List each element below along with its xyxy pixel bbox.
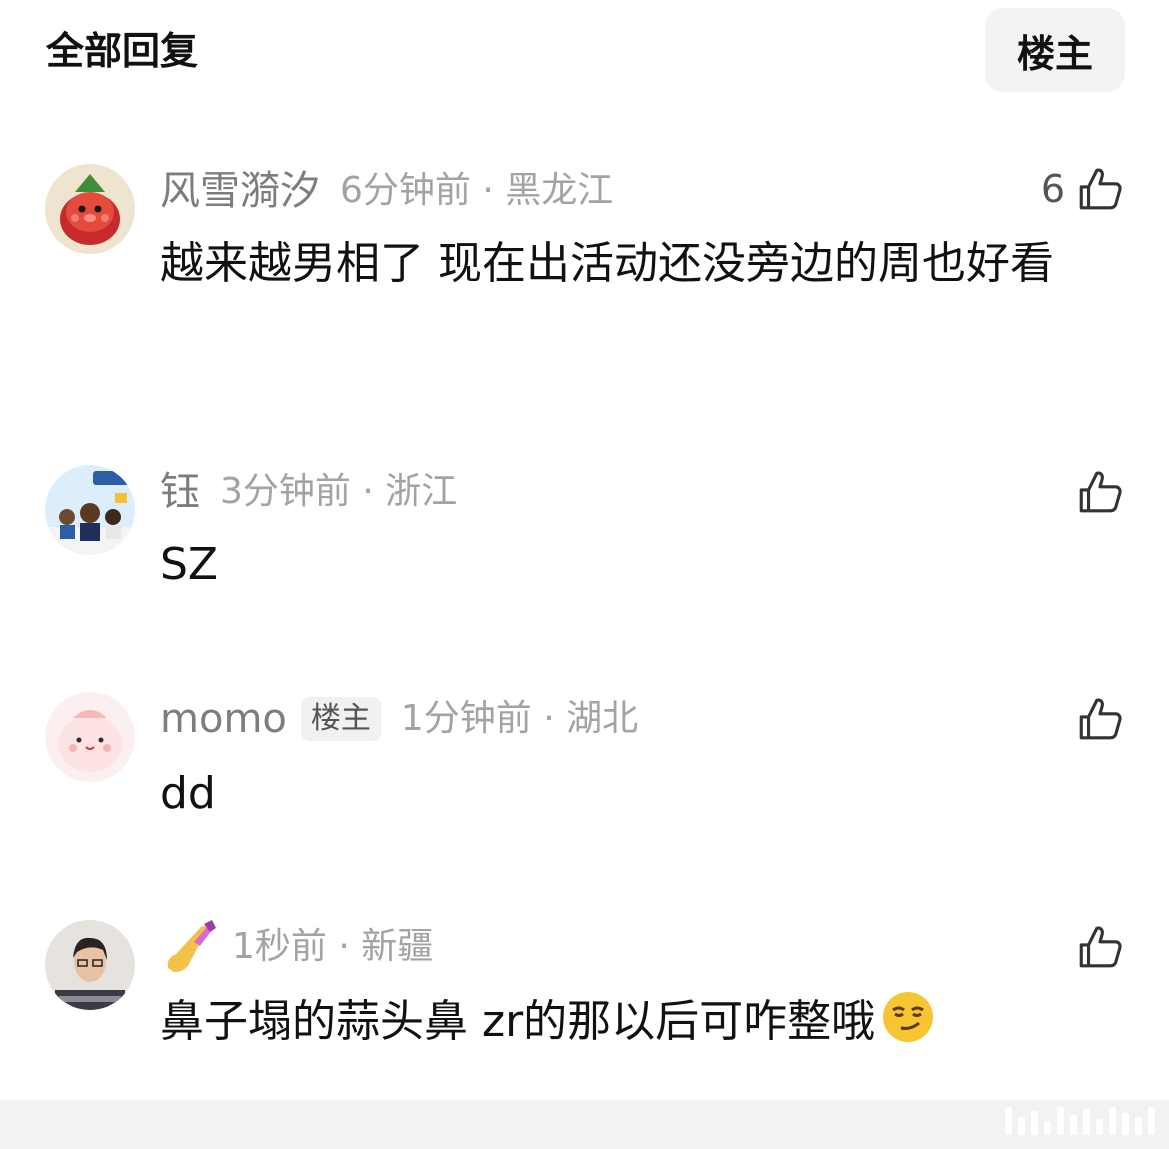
like-button[interactable]: 6 — [1041, 162, 1125, 216]
comment-text-body: 鼻子塌的蒜头鼻 zr的那以后可咋整哦 — [160, 996, 876, 1047]
username[interactable]: 风雪漪汐 — [160, 164, 320, 218]
thumbs-up-icon — [1079, 926, 1122, 968]
person-photo-avatar[interactable] — [45, 920, 135, 1010]
timestamp-location: 3分钟前 · 浙江 — [220, 471, 458, 512]
page-title: 全部回复 — [46, 29, 199, 73]
pink-blob-avatar[interactable] — [45, 692, 135, 782]
comment-meta: 1秒前 · 新疆 — [160, 920, 433, 974]
thumbs-up-icon — [1079, 471, 1122, 513]
smirking-face-emoji — [883, 992, 934, 1042]
op-badge: 楼主 — [300, 697, 381, 741]
comment-text: dd — [160, 768, 216, 819]
like-button[interactable] — [1075, 465, 1125, 519]
comment-meta: 钰 3分钟前 · 浙江 — [160, 465, 457, 519]
cartoon-people-avatar[interactable] — [45, 465, 135, 555]
nail-polish-emoji[interactable] — [160, 918, 218, 976]
timestamp-location: 1分钟前 · 湖北 — [400, 698, 639, 739]
username[interactable]: 钰 — [160, 465, 200, 519]
thumbs-up-icon — [1079, 698, 1122, 740]
strawberry-character-avatar[interactable] — [45, 164, 135, 254]
comment-meta: 风雪漪汐 6分钟前 · 黑龙江 — [160, 164, 613, 218]
comment-text: SZ — [160, 539, 219, 590]
like-count: 6 — [1040, 167, 1065, 211]
op-only-filter-button[interactable]: 楼主 — [985, 8, 1125, 92]
comment-meta: momo 楼主 1分钟前 · 湖北 — [160, 692, 638, 746]
username[interactable]: momo — [160, 692, 287, 746]
thumbs-up-icon — [1079, 168, 1122, 210]
timestamp-location: 6分钟前 · 黑龙江 — [340, 170, 614, 211]
timestamp-location: 1秒前 · 新疆 — [232, 926, 434, 967]
comment-text: 越来越男相了 现在出活动还没旁边的周也好看 — [160, 238, 1054, 289]
bottom-bar — [0, 1100, 1169, 1149]
comment-text: 鼻子塌的蒜头鼻 zr的那以后可咋整哦 — [160, 986, 1120, 1058]
like-button[interactable] — [1075, 692, 1125, 746]
watermark-bars-icon — [1005, 1107, 1155, 1135]
like-button[interactable] — [1075, 920, 1125, 974]
